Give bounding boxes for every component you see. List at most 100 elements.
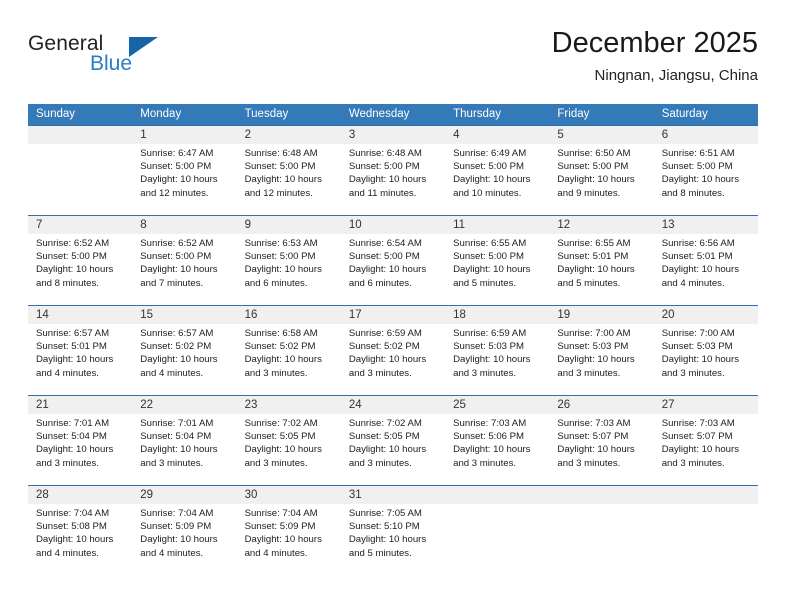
weekday-header-saturday: Saturday bbox=[661, 108, 708, 120]
sunset-text: Sunset: 5:00 PM bbox=[348, 251, 420, 263]
sunrise-text: Sunrise: 7:04 AM bbox=[36, 508, 110, 519]
daylight-text-line1: Daylight: 10 hours bbox=[36, 264, 114, 276]
daylight-text-line1: Daylight: 10 hours bbox=[140, 444, 218, 456]
day-details: Sunrise: 6:53 AM Sunset: 5:00 PM Dayligh… bbox=[237, 234, 341, 290]
day-cell[interactable]: 3 Sunrise: 6:48 AM Sunset: 5:00 PM Dayli… bbox=[340, 126, 446, 215]
day-cell[interactable]: 30 Sunrise: 7:04 AM Sunset: 5:09 PM Dayl… bbox=[236, 486, 341, 575]
day-cell[interactable]: 21 Sunrise: 7:01 AM Sunset: 5:04 PM Dayl… bbox=[28, 396, 133, 485]
sunrise-text: Sunrise: 6:52 AM bbox=[140, 238, 214, 249]
day-details: Sunrise: 7:01 AM Sunset: 5:04 PM Dayligh… bbox=[132, 414, 236, 470]
daylight-text-line1: Daylight: 10 hours bbox=[348, 534, 427, 546]
daylight-text-line2: and 4 minutes. bbox=[140, 367, 204, 379]
day-number: 14 bbox=[28, 306, 133, 324]
sunrise-text: Sunrise: 6:48 AM bbox=[244, 148, 318, 159]
sunset-text: Sunset: 5:00 PM bbox=[453, 251, 525, 263]
day-cell[interactable] bbox=[28, 126, 133, 215]
sunset-text: Sunset: 5:02 PM bbox=[348, 341, 420, 353]
day-cell[interactable]: 24 Sunrise: 7:02 AM Sunset: 5:05 PM Dayl… bbox=[340, 396, 446, 485]
daylight-text-line2: and 5 minutes. bbox=[348, 547, 412, 559]
day-details: Sunrise: 7:04 AM Sunset: 5:08 PM Dayligh… bbox=[28, 504, 132, 560]
day-cell[interactable]: 4 Sunrise: 6:49 AM Sunset: 5:00 PM Dayli… bbox=[445, 126, 550, 215]
calendar-week-row: 28 Sunrise: 7:04 AM Sunset: 5:08 PM Dayl… bbox=[28, 485, 758, 575]
day-cell[interactable] bbox=[653, 486, 758, 575]
sunrise-text: Sunrise: 6:50 AM bbox=[557, 148, 631, 159]
day-cell[interactable]: 23 Sunrise: 7:02 AM Sunset: 5:05 PM Dayl… bbox=[236, 396, 341, 485]
day-number: 8 bbox=[132, 216, 237, 234]
day-cell[interactable]: 18 Sunrise: 6:59 AM Sunset: 5:03 PM Dayl… bbox=[445, 306, 550, 395]
day-details: Sunrise: 7:03 AM Sunset: 5:07 PM Dayligh… bbox=[549, 414, 653, 470]
day-cell[interactable] bbox=[445, 486, 550, 575]
day-cell[interactable]: 19 Sunrise: 7:00 AM Sunset: 5:03 PM Dayl… bbox=[549, 306, 654, 395]
day-cell[interactable]: 11 Sunrise: 6:55 AM Sunset: 5:00 PM Dayl… bbox=[445, 216, 550, 305]
sunset-text: Sunset: 5:03 PM bbox=[453, 341, 525, 353]
day-cell[interactable]: 6 Sunrise: 6:51 AM Sunset: 5:00 PM Dayli… bbox=[653, 126, 758, 215]
sunrise-text: Sunrise: 6:52 AM bbox=[36, 238, 110, 249]
sunset-text: Sunset: 5:07 PM bbox=[557, 431, 629, 443]
sunrise-text: Sunrise: 7:02 AM bbox=[244, 418, 318, 429]
day-cell[interactable]: 12 Sunrise: 6:55 AM Sunset: 5:01 PM Dayl… bbox=[549, 216, 654, 305]
sunset-text: Sunset: 5:00 PM bbox=[140, 251, 212, 263]
day-cell[interactable]: 2 Sunrise: 6:48 AM Sunset: 5:00 PM Dayli… bbox=[236, 126, 341, 215]
sunrise-text: Sunrise: 7:00 AM bbox=[661, 328, 735, 339]
day-cell[interactable]: 25 Sunrise: 7:03 AM Sunset: 5:06 PM Dayl… bbox=[445, 396, 550, 485]
day-number: 20 bbox=[653, 306, 758, 324]
page-title: December 2025 bbox=[551, 27, 758, 59]
day-details: Sunrise: 6:55 AM Sunset: 5:01 PM Dayligh… bbox=[549, 234, 653, 290]
page-subtitle-location: Ningnan, Jiangsu, China bbox=[594, 67, 758, 84]
daylight-text-line2: and 3 minutes. bbox=[140, 457, 204, 469]
daylight-text-line1: Daylight: 10 hours bbox=[557, 354, 635, 366]
daylight-text-line2: and 12 minutes. bbox=[140, 187, 209, 199]
day-details: Sunrise: 7:00 AM Sunset: 5:03 PM Dayligh… bbox=[654, 324, 758, 380]
day-number: 24 bbox=[340, 396, 446, 414]
day-cell[interactable]: 29 Sunrise: 7:04 AM Sunset: 5:09 PM Dayl… bbox=[132, 486, 237, 575]
day-number: 31 bbox=[340, 486, 446, 504]
daylight-text-line2: and 3 minutes. bbox=[453, 457, 517, 469]
day-number: 6 bbox=[653, 126, 758, 144]
day-cell[interactable]: 22 Sunrise: 7:01 AM Sunset: 5:04 PM Dayl… bbox=[132, 396, 237, 485]
day-number: 29 bbox=[132, 486, 237, 504]
sunset-text: Sunset: 5:06 PM bbox=[453, 431, 525, 443]
day-cell[interactable]: 8 Sunrise: 6:52 AM Sunset: 5:00 PM Dayli… bbox=[132, 216, 237, 305]
sunrise-text: Sunrise: 7:00 AM bbox=[557, 328, 631, 339]
daylight-text-line2: and 3 minutes. bbox=[557, 457, 621, 469]
weekday-header-row: Sunday Monday Tuesday Wednesday Thursday… bbox=[28, 104, 758, 125]
daylight-text-line2: and 4 minutes. bbox=[661, 277, 725, 289]
daylight-text-line2: and 3 minutes. bbox=[348, 457, 412, 469]
sunset-text: Sunset: 5:05 PM bbox=[348, 431, 420, 443]
day-cell[interactable]: 17 Sunrise: 6:59 AM Sunset: 5:02 PM Dayl… bbox=[340, 306, 446, 395]
day-cell[interactable] bbox=[549, 486, 654, 575]
day-details: Sunrise: 7:04 AM Sunset: 5:09 PM Dayligh… bbox=[237, 504, 341, 560]
day-cell[interactable]: 10 Sunrise: 6:54 AM Sunset: 5:00 PM Dayl… bbox=[340, 216, 446, 305]
day-cell[interactable]: 13 Sunrise: 6:56 AM Sunset: 5:01 PM Dayl… bbox=[653, 216, 758, 305]
day-number: 23 bbox=[236, 396, 341, 414]
sunset-text: Sunset: 5:00 PM bbox=[244, 251, 316, 263]
day-cell[interactable]: 15 Sunrise: 6:57 AM Sunset: 5:02 PM Dayl… bbox=[132, 306, 237, 395]
calendar-page: General Blue December 2025 Ningnan, Jian… bbox=[0, 0, 792, 612]
day-details bbox=[549, 504, 653, 507]
day-cell[interactable]: 26 Sunrise: 7:03 AM Sunset: 5:07 PM Dayl… bbox=[549, 396, 654, 485]
sunrise-text: Sunrise: 6:56 AM bbox=[661, 238, 735, 249]
day-number: 28 bbox=[28, 486, 133, 504]
day-cell[interactable]: 31 Sunrise: 7:05 AM Sunset: 5:10 PM Dayl… bbox=[340, 486, 446, 575]
day-cell[interactable]: 7 Sunrise: 6:52 AM Sunset: 5:00 PM Dayli… bbox=[28, 216, 133, 305]
day-number: 15 bbox=[132, 306, 237, 324]
daylight-text-line2: and 3 minutes. bbox=[348, 367, 412, 379]
day-cell[interactable]: 9 Sunrise: 6:53 AM Sunset: 5:00 PM Dayli… bbox=[236, 216, 341, 305]
daylight-text-line2: and 4 minutes. bbox=[36, 367, 99, 379]
day-cell[interactable]: 14 Sunrise: 6:57 AM Sunset: 5:01 PM Dayl… bbox=[28, 306, 133, 395]
day-cell[interactable]: 20 Sunrise: 7:00 AM Sunset: 5:03 PM Dayl… bbox=[653, 306, 758, 395]
day-details: Sunrise: 6:51 AM Sunset: 5:00 PM Dayligh… bbox=[654, 144, 758, 200]
sunrise-text: Sunrise: 7:03 AM bbox=[557, 418, 631, 429]
sunset-text: Sunset: 5:02 PM bbox=[140, 341, 212, 353]
sunset-text: Sunset: 5:04 PM bbox=[36, 431, 107, 443]
day-cell[interactable]: 28 Sunrise: 7:04 AM Sunset: 5:08 PM Dayl… bbox=[28, 486, 133, 575]
day-cell[interactable]: 27 Sunrise: 7:03 AM Sunset: 5:07 PM Dayl… bbox=[653, 396, 758, 485]
daylight-text-line2: and 5 minutes. bbox=[453, 277, 517, 289]
day-number bbox=[445, 486, 550, 504]
day-cell[interactable]: 5 Sunrise: 6:50 AM Sunset: 5:00 PM Dayli… bbox=[549, 126, 654, 215]
day-number: 4 bbox=[445, 126, 550, 144]
sunrise-text: Sunrise: 6:59 AM bbox=[348, 328, 422, 339]
day-cell[interactable]: 1 Sunrise: 6:47 AM Sunset: 5:00 PM Dayli… bbox=[132, 126, 237, 215]
daylight-text-line1: Daylight: 10 hours bbox=[453, 444, 531, 456]
day-cell[interactable]: 16 Sunrise: 6:58 AM Sunset: 5:02 PM Dayl… bbox=[236, 306, 341, 395]
